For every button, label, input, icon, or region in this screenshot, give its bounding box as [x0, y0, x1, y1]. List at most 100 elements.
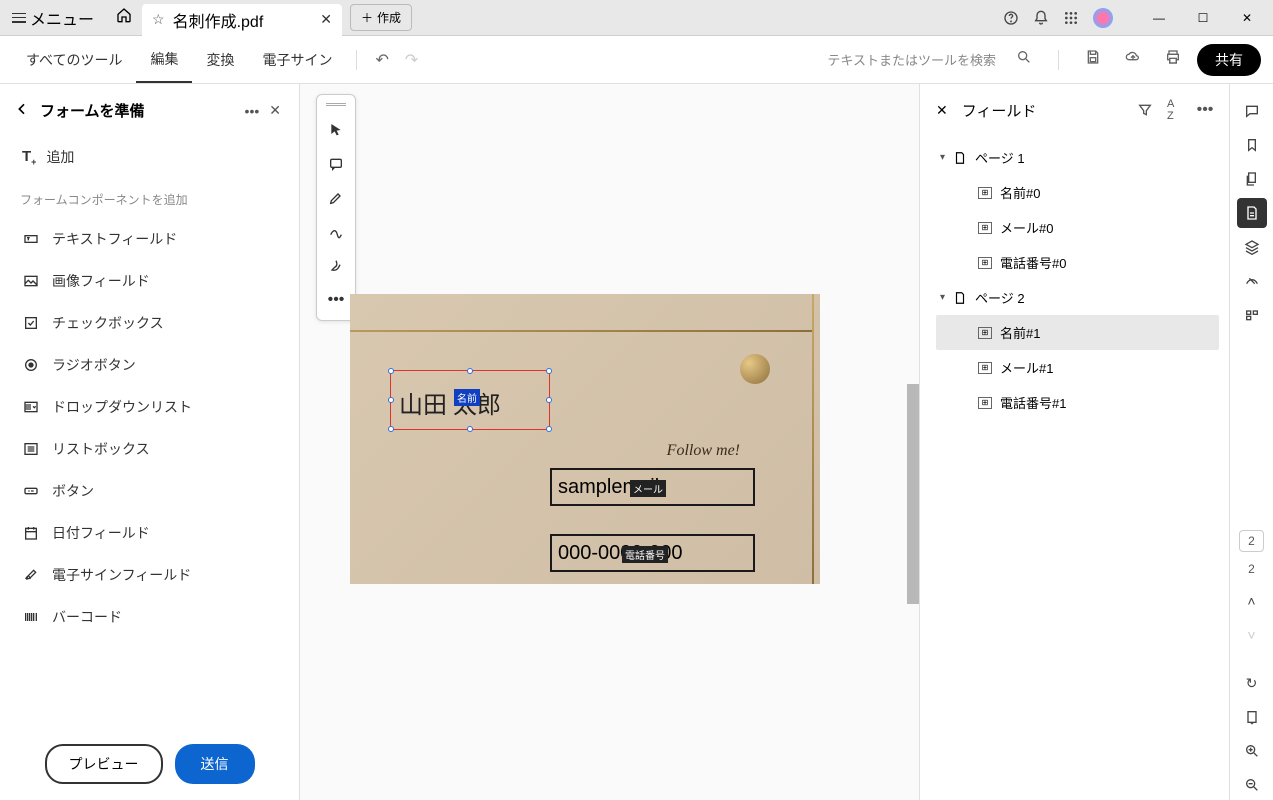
resize-handle[interactable]	[467, 368, 473, 374]
tab-all-tools[interactable]: すべてのツール	[12, 38, 136, 82]
menu-button[interactable]: メニュー	[4, 2, 102, 34]
tab-close-button[interactable]: ✕	[320, 11, 332, 28]
tree-field-phone-1[interactable]: ⊞電話番号#1	[936, 385, 1219, 420]
tree-field-name-1[interactable]: ⊞名前#1	[936, 315, 1219, 350]
item-esign-field[interactable]: 電子サインフィールド	[14, 554, 285, 596]
redo-button[interactable]: ↷	[397, 44, 426, 76]
save-icon[interactable]	[1077, 43, 1109, 76]
comment-tool[interactable]	[322, 148, 350, 180]
page-up-button[interactable]: ˄	[1237, 586, 1267, 616]
item-date-field[interactable]: 日付フィールド	[14, 512, 285, 554]
bell-icon[interactable]	[1033, 10, 1049, 26]
resize-handle[interactable]	[388, 397, 394, 403]
filter-icon[interactable]	[1137, 102, 1153, 118]
tab-esign[interactable]: 電子サイン	[248, 38, 346, 82]
name-value: 山田 太郎	[399, 385, 501, 420]
more-tools[interactable]: •••	[322, 284, 350, 316]
rotate-icon[interactable]: ↻	[1237, 668, 1267, 698]
vertical-toolbox[interactable]: •••	[316, 94, 356, 321]
page-label: ページ 1	[975, 148, 1025, 167]
item-text-field[interactable]: テキストフィールド	[14, 218, 285, 260]
rail-bookmark-icon[interactable]	[1237, 130, 1267, 160]
window-controls: — ☐ ✕	[1137, 3, 1269, 33]
item-barcode[interactable]: バーコード	[14, 596, 285, 638]
help-icon[interactable]	[1003, 10, 1019, 26]
grip-icon[interactable]	[326, 103, 346, 106]
sort-icon[interactable]: AZ	[1167, 98, 1183, 122]
email-form-field[interactable]: samplemail メール	[550, 468, 755, 506]
document-tab[interactable]: ☆ 名刺作成.pdf ✕	[142, 4, 342, 36]
item-radio[interactable]: ラジオボタン	[14, 344, 285, 386]
rail-crop-icon[interactable]	[1237, 266, 1267, 296]
rail-layers-icon[interactable]	[1237, 232, 1267, 262]
phone-form-field[interactable]: 000-0000-000 電話番号	[550, 534, 755, 572]
item-listbox[interactable]: リストボックス	[14, 428, 285, 470]
add-text-tool[interactable]: T+ 追加	[14, 137, 285, 185]
share-button[interactable]: 共有	[1197, 44, 1261, 76]
item-image-field[interactable]: 画像フィールド	[14, 260, 285, 302]
highlight-tool[interactable]	[322, 182, 350, 214]
erase-tool[interactable]	[322, 250, 350, 282]
avatar[interactable]	[1093, 8, 1113, 28]
send-button[interactable]: 送信	[175, 744, 255, 784]
resize-handle[interactable]	[467, 426, 473, 432]
scrollbar-thumb[interactable]	[907, 384, 919, 604]
tree-page-2[interactable]: ▾ ページ 2	[936, 280, 1219, 315]
close-fields-panel[interactable]: ✕	[936, 102, 948, 119]
more-button[interactable]: •••	[245, 103, 260, 119]
minimize-button[interactable]: —	[1137, 3, 1181, 33]
page-number-input[interactable]: 2	[1239, 530, 1264, 552]
name-form-field-selected[interactable]: 山田 太郎 名前	[390, 370, 550, 430]
add-label: 追加	[46, 147, 74, 167]
text-add-icon: T+	[22, 148, 36, 167]
apps-icon[interactable]	[1063, 10, 1079, 26]
star-icon[interactable]: ☆	[152, 11, 165, 28]
item-dropdown[interactable]: ドロップダウンリスト	[14, 386, 285, 428]
zoom-out-icon[interactable]	[1237, 770, 1267, 800]
email-field-tag: メール	[630, 480, 666, 497]
preview-button[interactable]: プレビュー	[45, 744, 163, 784]
home-button[interactable]	[106, 1, 142, 34]
fields-title: フィールド	[962, 100, 1123, 121]
close-panel-button[interactable]: ✕	[269, 102, 281, 119]
item-checkbox[interactable]: チェックボックス	[14, 302, 285, 344]
resize-handle[interactable]	[546, 426, 552, 432]
search-placeholder-text: テキストまたはツールを検索	[827, 50, 996, 69]
tree-field-phone-0[interactable]: ⊞電話番号#0	[936, 245, 1219, 280]
page-down-button[interactable]: ˅	[1237, 620, 1267, 650]
tree-field-mail-1[interactable]: ⊞メール#1	[936, 350, 1219, 385]
fit-page-icon[interactable]	[1237, 702, 1267, 732]
rail-comment-icon[interactable]	[1237, 96, 1267, 126]
maximize-button[interactable]: ☐	[1181, 3, 1225, 33]
item-button[interactable]: ボタン	[14, 470, 285, 512]
tree-field-name-0[interactable]: ⊞名前#0	[936, 175, 1219, 210]
more-icon[interactable]: •••	[1197, 101, 1213, 119]
tab-convert[interactable]: 変換	[192, 38, 248, 82]
page-icon	[953, 151, 967, 165]
resize-handle[interactable]	[388, 426, 394, 432]
undo-button[interactable]: ↶	[367, 44, 396, 76]
select-tool[interactable]	[322, 114, 350, 146]
document-scrollbar[interactable]	[907, 94, 919, 800]
close-window-button[interactable]: ✕	[1225, 3, 1269, 33]
rail-pages-icon[interactable]	[1237, 164, 1267, 194]
rail-fields-icon[interactable]	[1237, 198, 1267, 228]
cloud-icon[interactable]	[1117, 43, 1149, 76]
document-page[interactable]: Follow me! 山田 太郎 名前 samplemail メール	[350, 294, 820, 584]
resize-handle[interactable]	[546, 368, 552, 374]
back-button[interactable]	[14, 101, 30, 120]
tree-field-mail-0[interactable]: ⊞メール#0	[936, 210, 1219, 245]
search-icon[interactable]	[1008, 43, 1040, 76]
resize-handle[interactable]	[388, 368, 394, 374]
rail-organize-icon[interactable]	[1237, 300, 1267, 330]
zoom-in-icon[interactable]	[1237, 736, 1267, 766]
print-icon[interactable]	[1157, 43, 1189, 76]
draw-tool[interactable]	[322, 216, 350, 248]
resize-handle[interactable]	[546, 397, 552, 403]
new-tab-button[interactable]: ＋ 作成	[350, 4, 412, 31]
right-rail: 2 2 ˄ ˅ ↻	[1229, 84, 1273, 800]
tree-page-1[interactable]: ▾ ページ 1	[936, 140, 1219, 175]
canvas-area[interactable]: ••• Follow me! 山田 太郎 名前	[300, 84, 919, 800]
tab-edit[interactable]: 編集	[136, 37, 192, 83]
chevron-down-icon: ▾	[940, 292, 945, 303]
